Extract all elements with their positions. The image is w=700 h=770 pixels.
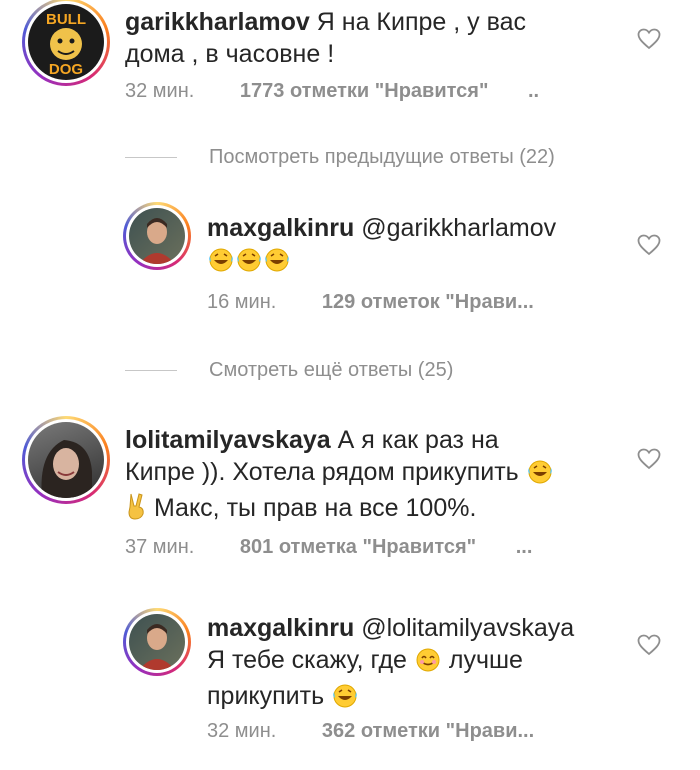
comment-garikkharlamov: BULL DOG garikkharlamov Я на Кипре , у в… <box>0 0 700 115</box>
smiling-emoji-icon <box>414 646 442 680</box>
mention[interactable]: @lolitamilyavskaya <box>361 614 574 642</box>
likes-count[interactable]: 362 отметки "Нрави... <box>322 720 534 742</box>
heart-outline-icon[interactable] <box>637 448 661 470</box>
divider <box>125 157 177 158</box>
view-more-replies[interactable]: Смотреть ещё ответы (25) <box>125 359 453 382</box>
timestamp: 37 мин. <box>125 536 195 558</box>
profile-photo <box>41 440 92 498</box>
avatar-garikkharlamov[interactable]: BULL DOG <box>22 0 110 86</box>
heart-outline-icon[interactable] <box>637 634 661 656</box>
username[interactable]: maxgalkinru <box>207 614 354 642</box>
avatar-lolitamilyavskaya[interactable] <box>22 416 110 504</box>
comment-text: maxgalkinru @garikkharlamov <box>207 212 556 280</box>
comment-meta: 32 мин. 1773 отметки "Нравится" .. <box>125 80 539 103</box>
username[interactable]: garikkharlamov <box>125 8 310 36</box>
svg-text:DOG: DOG <box>49 61 83 78</box>
timestamp: 32 мин. <box>207 720 277 742</box>
avatar-maxgalkinru[interactable] <box>123 608 191 676</box>
laughing-emoji-icon <box>235 246 263 280</box>
laughing-emoji-icon <box>207 246 235 280</box>
view-previous-replies[interactable]: Посмотреть предыдущие ответы (22) <box>125 146 555 169</box>
username[interactable]: maxgalkinru <box>207 214 354 242</box>
comment-text: garikkharlamov Я на Кипре , у вас дома ,… <box>125 8 526 68</box>
laughing-emoji-icon <box>263 246 291 280</box>
profile-photo <box>139 624 175 670</box>
victory-hand-icon <box>125 492 147 528</box>
comment-meta: 16 мин. 129 отметок "Нрави... <box>207 291 534 314</box>
more-options[interactable]: ... <box>516 536 533 558</box>
likes-count[interactable]: 801 отметка "Нравится" <box>240 536 476 558</box>
heart-outline-icon[interactable] <box>637 28 661 50</box>
comment-text: lolitamilyavskaya А я как раз на Кипре )… <box>125 424 554 528</box>
more-options[interactable]: .. <box>528 80 539 102</box>
timestamp: 16 мин. <box>207 291 277 313</box>
likes-count[interactable]: 129 отметок "Нрави... <box>322 291 534 313</box>
laughing-emoji-icon <box>526 458 554 492</box>
comment-text: maxgalkinru @lolitamilyavskaya Я тебе ск… <box>207 612 574 716</box>
likes-count[interactable]: 1773 отметки "Нравится" <box>240 80 489 102</box>
avatar-maxgalkinru[interactable] <box>123 202 191 270</box>
svg-text:BULL: BULL <box>46 11 86 28</box>
heart-outline-icon[interactable] <box>637 234 661 256</box>
mention[interactable]: @garikkharlamov <box>361 214 556 242</box>
laughing-emoji-icon <box>331 682 359 716</box>
username[interactable]: lolitamilyavskaya <box>125 426 331 454</box>
comment-meta: 32 мин. 362 отметки "Нрави... <box>207 720 534 743</box>
profile-photo <box>139 218 175 264</box>
timestamp: 32 мин. <box>125 80 195 102</box>
comment-meta: 37 мин. 801 отметка "Нравится" ... <box>125 536 532 559</box>
divider <box>125 370 177 371</box>
bulldog-logo: BULL DOG <box>46 11 86 78</box>
